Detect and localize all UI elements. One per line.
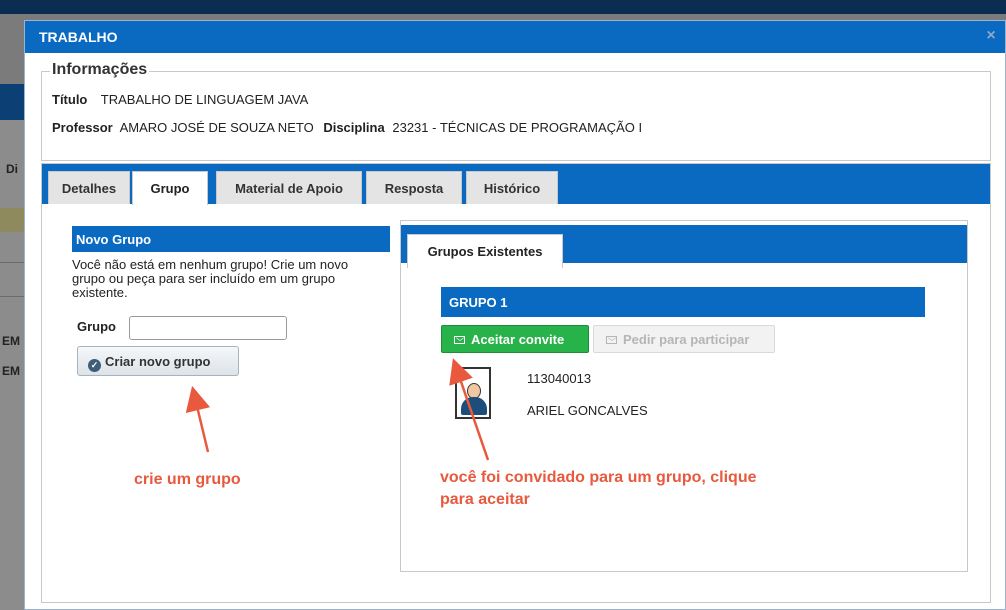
avatar-body <box>461 397 487 415</box>
professor-value: AMARO JOSÉ DE SOUZA NETO <box>119 120 314 135</box>
tab-historico[interactable]: Histórico <box>466 171 558 204</box>
professor-row: Professor AMARO JOSÉ DE SOUZA NETO Disci… <box>52 120 648 135</box>
tab-resposta[interactable]: Resposta <box>366 171 462 204</box>
disciplina-label: Disciplina <box>323 120 385 135</box>
trabalho-modal: TRABALHO × Informações Título TRABALHO D… <box>24 20 1006 610</box>
criar-novo-grupo-label: Criar novo grupo <box>105 354 211 369</box>
tab-material-de-apoio[interactable]: Material de Apoio <box>216 171 362 204</box>
mail-icon <box>454 336 465 344</box>
grupos-existentes-tab-bar: Grupos Existentes <box>401 225 967 268</box>
informacoes-legend: Informações <box>50 61 150 79</box>
tab-grupos-existentes[interactable]: Grupos Existentes <box>407 234 563 268</box>
professor-label: Professor <box>52 120 113 135</box>
tab-detalhes[interactable]: Detalhes <box>48 171 130 204</box>
grupo-name-input[interactable] <box>129 316 287 340</box>
background-text-fragment: EM <box>2 334 20 348</box>
annotation-convite-line1: você foi convidado para um grupo, clique <box>440 469 757 486</box>
aceitar-convite-label: Aceitar convite <box>471 332 565 347</box>
annotation-crie-grupo: crie um grupo <box>134 471 241 488</box>
close-icon[interactable]: × <box>983 28 999 44</box>
titulo-row: Título TRABALHO DE LINGUAGEM JAVA <box>52 92 314 107</box>
mail-icon <box>606 336 617 344</box>
pedir-para-participar-label: Pedir para participar <box>623 332 750 347</box>
check-circle-icon: ✓ <box>88 359 101 372</box>
user-avatar-icon <box>455 367 491 419</box>
titulo-label: Título <box>52 92 88 107</box>
titulo-value: TRABALHO DE LINGUAGEM JAVA <box>100 92 309 107</box>
criar-novo-grupo-button[interactable]: ✓ Criar novo grupo <box>77 346 239 376</box>
novo-grupo-header: Novo Grupo <box>72 226 390 252</box>
group-header: GRUPO 1 <box>441 287 925 317</box>
background-text-fragment: EM <box>2 364 20 378</box>
modal-title: TRABALHO <box>39 29 118 45</box>
modal-header: TRABALHO × <box>25 21 1005 53</box>
tabs-panel: Detalhes Grupo Material de Apoio Respost… <box>41 163 991 603</box>
disciplina-value: 23231 - TÉCNICAS DE PROGRAMAÇÃO I <box>392 120 643 135</box>
annotation-convite-line2: para aceitar <box>440 491 530 508</box>
tab-bar: Detalhes Grupo Material de Apoio Respost… <box>42 164 990 205</box>
aceitar-convite-button[interactable]: Aceitar convite <box>441 325 589 353</box>
background-topbar <box>0 0 1006 14</box>
member-name: ARIEL GONCALVES <box>527 403 648 418</box>
member-id: 113040013 <box>527 371 592 386</box>
grupos-existentes-panel: Grupos Existentes GRUPO 1 Aceitar convit… <box>400 220 968 572</box>
tab-grupo[interactable]: Grupo <box>132 171 208 205</box>
informacoes-fieldset: Informações Título TRABALHO DE LINGUAGEM… <box>41 61 991 161</box>
pedir-para-participar-button[interactable]: Pedir para participar <box>593 325 775 353</box>
grupo-label: Grupo <box>77 319 116 334</box>
background-text-fragment: Di <box>6 162 18 176</box>
novo-grupo-description: Você não está em nenhum grupo! Crie um n… <box>72 257 349 300</box>
